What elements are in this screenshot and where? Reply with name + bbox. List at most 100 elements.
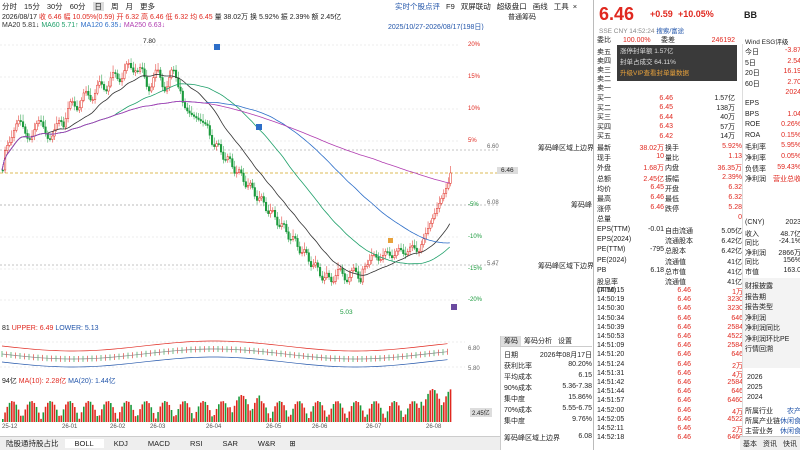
volume-bar <box>211 416 213 422</box>
report-year[interactable]: 2026 <box>747 374 763 381</box>
volume-bar <box>29 401 31 422</box>
fin-row: PB 6.18 总市值 41亿 <box>597 267 742 277</box>
volume-bar <box>384 417 387 422</box>
candle <box>334 275 337 282</box>
close-icon[interactable]: × <box>573 2 577 11</box>
boll-axis-top: 6.80 <box>468 346 480 352</box>
fin-cell: -0.01 <box>648 226 664 233</box>
report-menu-item[interactable]: 报告类型 <box>745 302 773 312</box>
volume-bar <box>193 418 195 422</box>
super-tape-link[interactable]: 超级盘口 <box>497 2 527 11</box>
report-year[interactable]: 2025 <box>747 384 763 391</box>
candle <box>42 121 45 128</box>
dual-screen-link[interactable]: 双屏联动 <box>461 2 491 11</box>
volume-bar <box>364 416 366 422</box>
right_stats-label: 净利率 <box>745 155 766 162</box>
report-menu-item[interactable]: 净利润环比PE <box>745 334 789 344</box>
report-menu-item[interactable]: 报告期 <box>745 292 766 302</box>
draw-line-link[interactable]: 画线 <box>533 2 548 11</box>
price-axis-label: -10% <box>468 234 483 240</box>
bid-volume: 57万 <box>720 123 735 131</box>
volume-bar <box>130 404 132 422</box>
period-tab[interactable]: 60分 <box>70 2 86 11</box>
candle <box>105 89 108 92</box>
right_stats-row: 20日 16.19 <box>745 68 800 79</box>
tab-flash[interactable]: 快讯 <box>780 439 800 449</box>
right_stats-label: EPS <box>745 100 760 107</box>
volume-bar <box>56 409 58 422</box>
x-tick: 26-04 <box>206 424 222 430</box>
period-tab[interactable]: 30分 <box>47 2 63 11</box>
volume-bar <box>366 414 369 422</box>
close-price-tag: 6.46 <box>497 167 518 174</box>
tools-link[interactable]: 工具 <box>554 2 569 11</box>
candle <box>1 169 4 172</box>
tab-macd[interactable]: MACD <box>138 439 180 448</box>
candle <box>436 208 439 214</box>
volume-bar <box>220 401 222 422</box>
boll-axis-bottom: 5.80 <box>468 366 480 372</box>
candle <box>244 181 247 188</box>
period-tab[interactable]: 月 <box>126 2 134 11</box>
tab-sar[interactable]: SAR <box>212 439 247 448</box>
ma60-label: MA60 5.71↑ <box>41 22 79 29</box>
tab-rsi[interactable]: RSI <box>180 439 213 448</box>
tab-hk-holding[interactable]: 陆股通持股占比 <box>0 438 65 449</box>
candle <box>370 255 373 261</box>
tab-kdj[interactable]: KDJ <box>104 439 138 448</box>
candle <box>253 187 256 197</box>
report-menu-item[interactable]: 行情回溯 <box>745 344 773 354</box>
right_stats-label: 今日 <box>745 49 759 56</box>
volume-bar <box>170 409 173 422</box>
stock-comment-link[interactable]: 实时个股点评 <box>395 2 440 11</box>
search-link[interactable]: 搜索/富途 <box>656 28 684 35</box>
period-tab[interactable]: 更多 <box>140 2 155 11</box>
kline-chart[interactable] <box>0 30 500 322</box>
volume-bar <box>224 403 227 422</box>
f9-link[interactable]: F9 <box>446 2 455 11</box>
volume-bar <box>85 402 87 422</box>
right_stats-label: BPS <box>745 110 760 118</box>
chip-analysis-tab[interactable]: 筹码分析 <box>521 336 555 346</box>
volume-bar <box>420 401 423 422</box>
boll-chart[interactable] <box>0 334 465 374</box>
tab-boll[interactable]: BOLL <box>64 439 104 448</box>
add-tab-icon[interactable]: ⊞ <box>285 439 299 448</box>
volume-bar <box>416 403 418 422</box>
right_stats-row: 2024 <box>745 89 800 100</box>
industry-value[interactable]: 休闲食 <box>780 426 800 436</box>
report-menu-item[interactable]: 净利润 <box>745 313 766 323</box>
industry-row: 所属行业 农产 <box>745 406 800 416</box>
stats-cell: 6.46 <box>650 204 664 212</box>
stats-cell: 2.39% <box>722 173 742 181</box>
report-menu-item[interactable]: 净利润同比 <box>745 323 780 333</box>
volume-bar <box>209 410 211 422</box>
volume-bar <box>357 402 360 422</box>
chip-tab[interactable]: 筹码 <box>501 336 521 346</box>
report-menu-item[interactable]: 财报披露 <box>745 281 773 291</box>
period-tab[interactable]: 15分 <box>24 2 40 11</box>
candle <box>280 223 283 227</box>
volume-bar <box>328 414 330 422</box>
volume-chart[interactable] <box>0 384 465 422</box>
chip-settings-tab[interactable]: 设置 <box>555 336 575 346</box>
period-tab[interactable]: 分时 <box>2 2 17 11</box>
tab-wr[interactable]: W&R <box>248 439 286 448</box>
period-tab[interactable]: 周 <box>111 2 119 11</box>
volume-bar <box>134 416 137 422</box>
report-year[interactable]: 2024 <box>747 394 763 401</box>
bid-label: 买一 <box>597 95 611 102</box>
quote-panel: 6.46 +0.59 +10.05% SSE CNY 14:52:24 搜索/富… <box>593 0 800 450</box>
tab-basic[interactable]: 基本 <box>740 439 760 449</box>
period-tab-active[interactable]: 日 <box>92 2 105 11</box>
industry-value[interactable]: 农产 <box>787 406 800 416</box>
candle <box>154 69 157 78</box>
stats-cell: 38.02万 <box>639 145 664 152</box>
volume-bar <box>112 407 114 422</box>
industry-value[interactable]: 休闲食 <box>780 416 800 426</box>
tab-news[interactable]: 资讯 <box>760 439 780 449</box>
volume-bar <box>265 407 267 422</box>
volume-bar <box>26 404 29 422</box>
volume-bar <box>38 412 40 422</box>
fin-cell: 自由流通 <box>665 228 693 235</box>
